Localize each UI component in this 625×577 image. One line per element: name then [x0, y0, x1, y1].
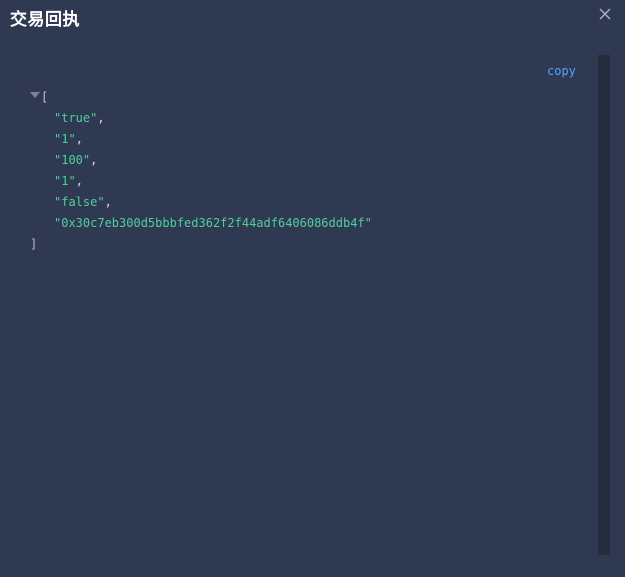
- close-bracket: ]: [30, 237, 38, 251]
- json-item-value: "false": [54, 195, 105, 209]
- close-icon[interactable]: [598, 7, 612, 21]
- transaction-receipt-dialog: 交易回执 copy [ "true", "1", "100", "1", "fa…: [0, 0, 625, 577]
- json-item-value: "100": [54, 153, 91, 167]
- collapse-triangle-icon[interactable]: [30, 92, 40, 98]
- json-item-value: "true": [54, 111, 98, 125]
- json-item: "false",: [28, 192, 112, 213]
- json-item-value: "1": [54, 174, 76, 188]
- json-item-comma: ,: [90, 153, 98, 167]
- json-item-value: "0x30c7eb300d5bbbfed362f2f44adf6406086dd…: [54, 216, 372, 230]
- json-viewer: [ "true", "1", "100", "1", "false", "0x3…: [28, 87, 372, 255]
- dialog-title: 交易回执: [10, 10, 80, 29]
- json-item: "1",: [28, 129, 83, 150]
- json-item: "true",: [28, 108, 105, 129]
- open-bracket: [: [41, 90, 49, 104]
- json-array-open: [: [28, 87, 71, 108]
- vertical-scrollbar[interactable]: [598, 55, 610, 555]
- json-item-value: "1": [54, 132, 76, 146]
- json-item: "100",: [28, 150, 97, 171]
- json-item: "1",: [28, 171, 83, 192]
- copy-button[interactable]: copy: [547, 63, 576, 79]
- json-item-comma: ,: [75, 174, 83, 188]
- json-item-comma: ,: [104, 195, 112, 209]
- json-item-comma: ,: [97, 111, 105, 125]
- json-item-comma: ,: [75, 132, 83, 146]
- json-item: "0x30c7eb300d5bbbfed362f2f44adf6406086dd…: [28, 213, 372, 234]
- json-array-close: ]: [28, 234, 71, 255]
